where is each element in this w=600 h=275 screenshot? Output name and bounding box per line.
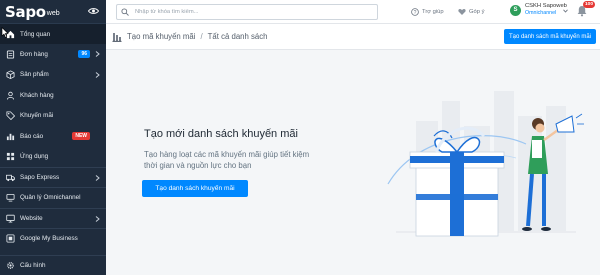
sidebar-item-label: Google My Business bbox=[20, 235, 78, 243]
sidebar-item-google-my-business[interactable]: Google My Business bbox=[0, 227, 106, 248]
sidebar-item-omnichannel[interactable]: Quản lý Omnichannel bbox=[0, 187, 106, 207]
sidebar-item-label: Ứng dụng bbox=[20, 153, 49, 161]
google-icon bbox=[6, 234, 15, 243]
feedback-label: Góp ý bbox=[469, 9, 485, 15]
monitor-icon bbox=[6, 214, 15, 223]
create-promo-list-button[interactable]: Tạo danh sách mã khuyến mãi bbox=[504, 29, 596, 44]
user-channel: Omnichannel bbox=[525, 10, 557, 16]
sidebar-item-san-pham[interactable]: Sản phẩm bbox=[0, 65, 106, 85]
chart-icon bbox=[6, 132, 15, 141]
chevron-down-icon[interactable] bbox=[563, 9, 568, 13]
chevron-right-icon bbox=[95, 174, 100, 181]
create-list-button[interactable]: Tạo danh sách khuyến mãi bbox=[142, 180, 248, 197]
gear-icon bbox=[6, 261, 15, 270]
chevron-right-icon bbox=[95, 215, 100, 222]
logo-text: Sapo bbox=[5, 2, 46, 21]
svg-text:?: ? bbox=[414, 10, 417, 16]
grid-icon bbox=[6, 152, 15, 161]
omni-icon bbox=[6, 193, 15, 202]
sidebar-item-label: Báo cáo bbox=[20, 132, 44, 140]
box-icon bbox=[6, 70, 15, 80]
search-input[interactable] bbox=[135, 9, 365, 15]
help-label: Trợ giúp bbox=[422, 9, 444, 15]
main-content: Tạo mới danh sách khuyến mãi Tạo hàng lo… bbox=[106, 50, 600, 275]
eye-icon[interactable] bbox=[88, 7, 99, 15]
search-icon bbox=[121, 8, 129, 16]
orders-count-badge: 96 bbox=[78, 50, 90, 59]
new-badge: NEW bbox=[72, 131, 90, 140]
bars-icon bbox=[112, 33, 122, 42]
sidebar-item-label: Khách hàng bbox=[20, 91, 54, 99]
sidebar-item-label: Tổng quan bbox=[20, 30, 51, 38]
sidebar-item-sapo-express[interactable]: Sapo Express bbox=[0, 166, 106, 187]
orders-icon bbox=[6, 50, 15, 59]
help-link[interactable]: ? Trợ giúp bbox=[411, 8, 444, 16]
sidebar-item-label: Quản lý Omnichannel bbox=[20, 194, 81, 202]
notification-badge: 100 bbox=[583, 1, 596, 8]
help-icon: ? bbox=[411, 8, 419, 16]
user-menu[interactable]: S CSKH Sapoweb Omnichannel bbox=[510, 3, 567, 17]
sidebar-item-label: Sapo Express bbox=[20, 173, 60, 181]
avatar: S bbox=[510, 4, 521, 16]
breadcrumb-parent[interactable]: Tạo mã khuyến mãi bbox=[127, 32, 195, 41]
sidebar-item-cau-hinh[interactable]: Cấu hình bbox=[0, 255, 106, 275]
breadcrumb-separator: / bbox=[200, 32, 203, 41]
logo-subtext: web bbox=[46, 10, 60, 17]
mouse-cursor-icon bbox=[1, 27, 9, 38]
sidebar-item-ung-dung[interactable]: Ứng dụng bbox=[0, 146, 106, 166]
sapo-logo[interactable]: Sapo web bbox=[0, 0, 106, 24]
sidebar-item-khuyen-mai[interactable]: Khuyến mãi bbox=[0, 106, 106, 126]
feedback-link[interactable]: Góp ý bbox=[458, 8, 484, 16]
truck-icon bbox=[6, 173, 15, 182]
sidebar-item-label: Sản phẩm bbox=[20, 71, 49, 79]
sidebar-item-tong-quan[interactable]: Tổng quan bbox=[0, 24, 106, 45]
sidebar-item-label: Website bbox=[20, 214, 43, 222]
search-box[interactable] bbox=[116, 4, 378, 20]
empty-state-description: Tạo hàng loạt các mã khuyến mãi giúp tiế… bbox=[144, 150, 310, 170]
chevron-right-icon bbox=[95, 71, 100, 78]
page-header: Tạo mã khuyến mãi / Tất cả danh sách Tạo d… bbox=[106, 24, 600, 50]
sidebar-item-label: Đơn hàng bbox=[20, 51, 48, 59]
sidebar-item-website[interactable]: Website bbox=[0, 207, 106, 228]
user-icon bbox=[6, 91, 15, 100]
sidebar-item-khach-hang[interactable]: Khách hàng bbox=[0, 85, 106, 105]
sidebar-menu: Tổng quan Đơn hàng 96 Sản phẩm Khách hàn… bbox=[0, 24, 106, 248]
sidebar: Sapo web Tổng quan Đơn hàng 96 Sản phẩm … bbox=[0, 0, 106, 275]
heart-icon bbox=[458, 8, 466, 15]
tag-icon bbox=[6, 111, 15, 121]
gift-promotion-illustration bbox=[387, 91, 584, 237]
sidebar-item-don-hang[interactable]: Đơn hàng 96 bbox=[0, 44, 106, 64]
user-name: CSKH Sapoweb bbox=[525, 3, 567, 9]
sidebar-item-label: Khuyến mãi bbox=[20, 112, 54, 120]
sidebar-item-label: Cấu hình bbox=[20, 262, 46, 270]
empty-state-title: Tạo mới danh sách khuyến mãi bbox=[144, 128, 298, 140]
breadcrumb-current: Tất cả danh sách bbox=[207, 32, 268, 41]
sidebar-item-bao-cao[interactable]: Báo cáo NEW bbox=[0, 126, 106, 146]
breadcrumb: Tạo mã khuyến mãi / Tất cả danh sách bbox=[127, 32, 267, 41]
top-bar: ? Trợ giúp Góp ý S CSKH Sapoweb Omnichan… bbox=[106, 0, 600, 24]
chevron-right-icon bbox=[95, 51, 100, 58]
